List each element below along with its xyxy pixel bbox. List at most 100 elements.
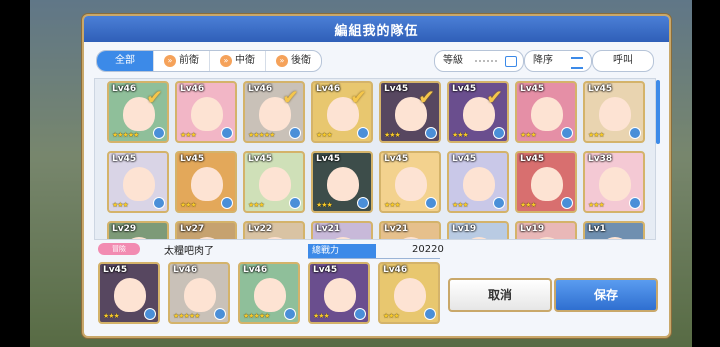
roster-character-card[interactable]: Lv21 — [379, 221, 441, 239]
character-level: Lv22 — [248, 224, 273, 234]
character-level: Lv29 — [112, 224, 137, 234]
roster-character-card[interactable]: Lv45 ★★★ — [243, 151, 305, 213]
roster-character-card[interactable]: Lv46 ★★★ ✔ — [311, 81, 373, 143]
star-rank-icon: ★★★ — [180, 201, 197, 209]
sort-order-icon — [571, 57, 583, 69]
character-portrait — [259, 167, 291, 201]
character-level: Lv45 — [588, 84, 613, 94]
character-portrait — [191, 97, 223, 131]
screen-bezel-right — [692, 0, 720, 347]
selected-check-icon: ✔ — [418, 85, 435, 109]
team-member-card[interactable]: Lv45 ★★★ — [98, 262, 160, 324]
character-portrait — [531, 97, 563, 131]
roster-character-card[interactable]: Lv45 ★★★ — [175, 151, 237, 213]
cancel-button[interactable]: 取消 — [448, 278, 552, 312]
save-button[interactable]: 保存 — [554, 278, 658, 312]
star-rank-icon: ★★★ — [313, 312, 330, 320]
position-badge-icon — [493, 197, 505, 209]
roster-character-card[interactable]: Lv45 ★★★ — [515, 151, 577, 213]
position-badge-icon — [289, 197, 301, 209]
position-badge-icon — [425, 197, 437, 209]
position-badge-icon — [289, 127, 301, 139]
sort-dots-icon — [475, 60, 497, 64]
character-portrait — [463, 167, 495, 201]
character-level: Lv46 — [173, 265, 198, 275]
roster-character-card[interactable]: Lv29 — [107, 221, 169, 239]
star-rank-icon: ★★★★★ — [112, 131, 139, 139]
selected-check-icon: ✔ — [146, 85, 163, 109]
roster-character-card[interactable]: Lv46 ★★★★★ ✔ — [243, 81, 305, 143]
back-position-icon: » — [276, 55, 288, 67]
roster-character-card[interactable]: Lv45 ★★★ — [447, 151, 509, 213]
roster-character-card[interactable]: Lv45 ★★★ — [583, 81, 645, 143]
character-portrait — [531, 167, 563, 201]
character-level: Lv45 — [452, 154, 477, 164]
tab-middle-label: 中衛 — [235, 55, 255, 66]
character-portrait — [123, 167, 155, 201]
star-rank-icon: ★★★ — [103, 312, 120, 320]
tab-all[interactable]: 全部 — [97, 51, 154, 71]
star-rank-icon: ★★★ — [452, 131, 469, 139]
team-member-card[interactable]: Lv46 ★★★ — [378, 262, 440, 324]
tab-back-label: 後衛 — [291, 55, 311, 66]
position-badge-icon — [561, 127, 573, 139]
character-portrait — [463, 237, 495, 239]
roster-character-card[interactable]: Lv45 ★★★ — [107, 151, 169, 213]
selected-check-icon: ✔ — [350, 85, 367, 109]
roster-character-card[interactable]: Lv21 — [311, 221, 373, 239]
character-level: Lv45 — [384, 154, 409, 164]
front-position-icon: » — [164, 55, 176, 67]
roster-character-card[interactable]: Lv22 — [243, 221, 305, 239]
position-badge-icon — [561, 197, 573, 209]
character-roster-grid[interactable]: Lv46 ★★★★★ ✔ Lv46 ★★★ Lv46 ★★★★★ ✔ Lv46 ★★★ ✔ Lv45 ★… — [94, 78, 656, 240]
roster-character-card[interactable]: Lv19 — [447, 221, 509, 239]
position-badge-icon — [221, 127, 233, 139]
team-member-card[interactable]: Lv45 ★★★ — [308, 262, 370, 324]
tab-front[interactable]: » 前衛 — [154, 51, 210, 71]
roster-character-card[interactable]: Lv45 ★★★ — [515, 81, 577, 143]
call-button[interactable]: 呼叫 — [592, 50, 654, 72]
character-portrait — [395, 167, 427, 201]
roster-character-card[interactable]: Lv19 — [515, 221, 577, 239]
character-level: Lv19 — [520, 224, 545, 234]
team-name[interactable]: 太糧吧肉了 — [164, 242, 214, 257]
character-portrait — [599, 97, 631, 131]
character-level: Lv46 — [180, 84, 205, 94]
character-level: Lv46 — [248, 84, 273, 94]
tab-all-label: 全部 — [115, 55, 135, 66]
star-rank-icon: ★★★★★ — [248, 131, 275, 139]
character-level: Lv46 — [243, 265, 268, 275]
roster-character-card[interactable]: Lv46 ★★★★★ ✔ — [107, 81, 169, 143]
character-portrait — [327, 167, 359, 201]
sort-field-button[interactable]: 等級 — [434, 50, 524, 72]
power-underline — [308, 258, 440, 259]
team-member-card[interactable]: Lv46 ★★★★★ — [168, 262, 230, 324]
roster-character-card[interactable]: Lv45 ★★★ ✔ — [379, 81, 441, 143]
character-level: Lv19 — [452, 224, 477, 234]
character-portrait — [324, 278, 356, 312]
team-member-card[interactable]: Lv46 ★★★★★ — [238, 262, 300, 324]
character-level: Lv45 — [384, 84, 409, 94]
roster-character-card[interactable]: Lv1 — [583, 221, 645, 239]
position-badge-icon — [354, 308, 366, 320]
sort-order-button[interactable]: 降序 — [524, 50, 592, 72]
roster-scrollbar[interactable] — [656, 80, 660, 144]
roster-character-card[interactable]: Lv38 ★★★ — [583, 151, 645, 213]
selected-check-icon: ✔ — [282, 85, 299, 109]
tab-middle[interactable]: » 中衛 — [210, 51, 266, 71]
middle-position-icon: » — [220, 55, 232, 67]
roster-character-card[interactable]: Lv45 ★★★ ✔ — [447, 81, 509, 143]
position-badge-icon — [424, 308, 436, 320]
roster-character-card[interactable]: Lv45 ★★★ — [311, 151, 373, 213]
star-rank-icon: ★★★ — [588, 201, 605, 209]
roster-character-card[interactable]: Lv45 ★★★ — [379, 151, 441, 213]
roster-character-card[interactable]: Lv27 — [175, 221, 237, 239]
position-badge-icon — [153, 127, 165, 139]
character-level: Lv45 — [248, 154, 273, 164]
position-badge-icon — [425, 127, 437, 139]
tab-back[interactable]: » 後衛 — [266, 51, 321, 71]
character-level: Lv45 — [180, 154, 205, 164]
character-portrait — [259, 237, 291, 239]
sort-order-label: 降序 — [533, 55, 553, 66]
roster-character-card[interactable]: Lv46 ★★★ — [175, 81, 237, 143]
